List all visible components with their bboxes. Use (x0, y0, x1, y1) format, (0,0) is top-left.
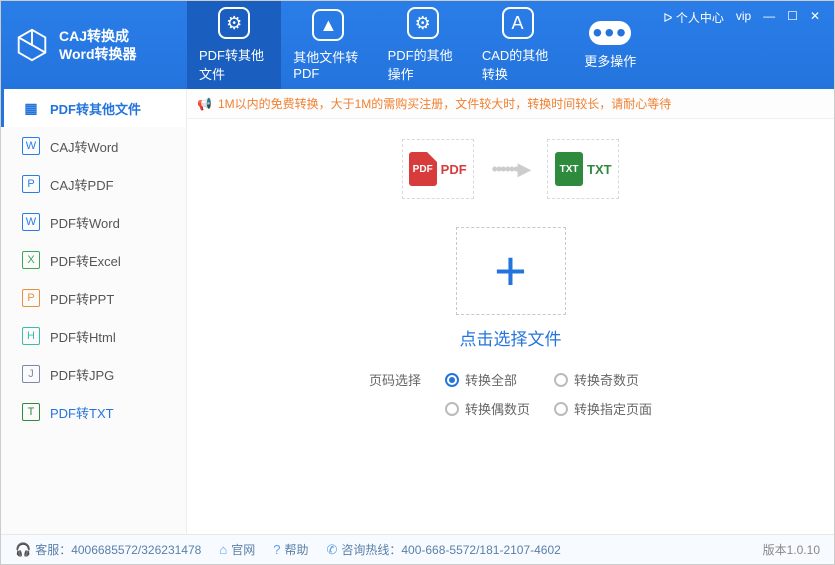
more-icon: ••• (589, 21, 631, 45)
format-icon: W (22, 213, 40, 231)
title-bar: CAJ转换成 Word转换器 ⚙ PDF转其他文件 ▲ 其他文件转PDF ⚙ P… (1, 1, 834, 89)
headset-icon: 🎧 (15, 542, 31, 558)
main-tabs: ⚙ PDF转其他文件 ▲ 其他文件转PDF ⚙ PDF的其他操作 A CAD的其… (187, 1, 655, 89)
radio-all[interactable]: 转换全部 (445, 370, 530, 389)
notice-bar: 📢 1M以内的免费转换，大于1M的需购买注册，文件较大时，转换时间较长，请耐心等… (187, 89, 834, 119)
format-icon: J (22, 365, 40, 383)
dropzone-label[interactable]: 点击选择文件 (187, 325, 834, 350)
version-label: 版本1.0.10 (763, 541, 820, 558)
maximize-button[interactable]: ☐ (787, 9, 798, 23)
format-icon: X (22, 251, 40, 269)
sidebar-item-3[interactable]: XPDF转Excel (1, 241, 186, 279)
tab-more[interactable]: ••• 更多操作 (565, 1, 655, 89)
format-icon: W (22, 137, 40, 155)
grid-icon: ▦ (22, 99, 40, 117)
sidebar-item-7[interactable]: TPDF转TXT (1, 393, 186, 431)
window-controls: ᐅ 个人中心 vip — ☐ ✕ (655, 1, 834, 89)
brand-line1: CAJ转换成 (59, 27, 137, 45)
help-icon: ? (273, 542, 280, 557)
tab-other-to-pdf[interactable]: ▲ 其他文件转PDF (281, 1, 375, 89)
conversion-preview: PDF PDF ••••••▶ TXT TXT (187, 119, 834, 213)
customer-service[interactable]: 🎧客服：4006685572/326231478 (15, 541, 201, 558)
website-link[interactable]: ⌂官网 (219, 541, 255, 558)
sidebar-item-1[interactable]: PCAJ转PDF (1, 165, 186, 203)
txt-file-icon: TXT (555, 152, 583, 186)
sidebar-item-5[interactable]: HPDF转Html (1, 317, 186, 355)
cad-icon: A (502, 7, 534, 39)
megaphone-icon: 📢 (197, 97, 212, 111)
app-logo-icon (13, 26, 51, 64)
tab-pdf-ops[interactable]: ⚙ PDF的其他操作 (376, 1, 470, 89)
close-button[interactable]: ✕ (810, 9, 820, 23)
format-icon: H (22, 327, 40, 345)
phone-icon: ✆ (326, 542, 337, 558)
status-bar: 🎧客服：4006685572/326231478 ⌂官网 ?帮助 ✆咨询热线：4… (1, 534, 834, 564)
tab-cad-ops[interactable]: A CAD的其他转换 (470, 1, 565, 89)
arrow-icon: ••••••▶ (492, 159, 530, 180)
target-format: TXT TXT (547, 139, 619, 199)
pdf-file-icon: PDF (409, 152, 437, 186)
minimize-button[interactable]: — (763, 9, 775, 23)
brand-line2: Word转换器 (59, 45, 137, 63)
home-icon: ⌂ (219, 542, 227, 557)
file-dropzone[interactable]: + (456, 227, 566, 315)
user-center-link[interactable]: ᐅ 个人中心 (663, 9, 724, 26)
hotline: ✆咨询热线：400-668-5572/181-2107-4602 (326, 541, 560, 558)
tab-pdf-to-other[interactable]: ⚙ PDF转其他文件 (187, 1, 281, 89)
sidebar-item-0[interactable]: WCAJ转Word (1, 127, 186, 165)
sidebar: ▦ PDF转其他文件 WCAJ转WordPCAJ转PDFWPDF转WordXPD… (1, 89, 187, 534)
pdf-icon: ▲ (312, 9, 344, 41)
sidebar-header[interactable]: ▦ PDF转其他文件 (1, 89, 186, 127)
sidebar-item-2[interactable]: WPDF转Word (1, 203, 186, 241)
logo-area: CAJ转换成 Word转换器 (1, 1, 187, 89)
radio-custom[interactable]: 转换指定页面 (554, 399, 652, 418)
format-icon: T (22, 403, 40, 421)
radio-even[interactable]: 转换偶数页 (445, 399, 530, 418)
plus-icon: + (494, 243, 527, 299)
options-title: 页码选择 (369, 370, 421, 418)
source-format: PDF PDF (402, 139, 474, 199)
page-options: 页码选择 转换全部 转换偶数页 转换奇数页 转换指定页面 (187, 370, 834, 418)
help-link[interactable]: ?帮助 (273, 541, 308, 558)
sidebar-item-6[interactable]: JPDF转JPG (1, 355, 186, 393)
sidebar-item-4[interactable]: PPDF转PPT (1, 279, 186, 317)
gear-doc-icon: ⚙ (218, 7, 250, 39)
main-panel: 📢 1M以内的免费转换，大于1M的需购买注册，文件较大时，转换时间较长，请耐心等… (187, 89, 834, 534)
format-icon: P (22, 175, 40, 193)
gear-doc2-icon: ⚙ (407, 7, 439, 39)
format-icon: P (22, 289, 40, 307)
radio-odd[interactable]: 转换奇数页 (554, 370, 652, 389)
vip-icon[interactable]: vip (736, 9, 751, 23)
